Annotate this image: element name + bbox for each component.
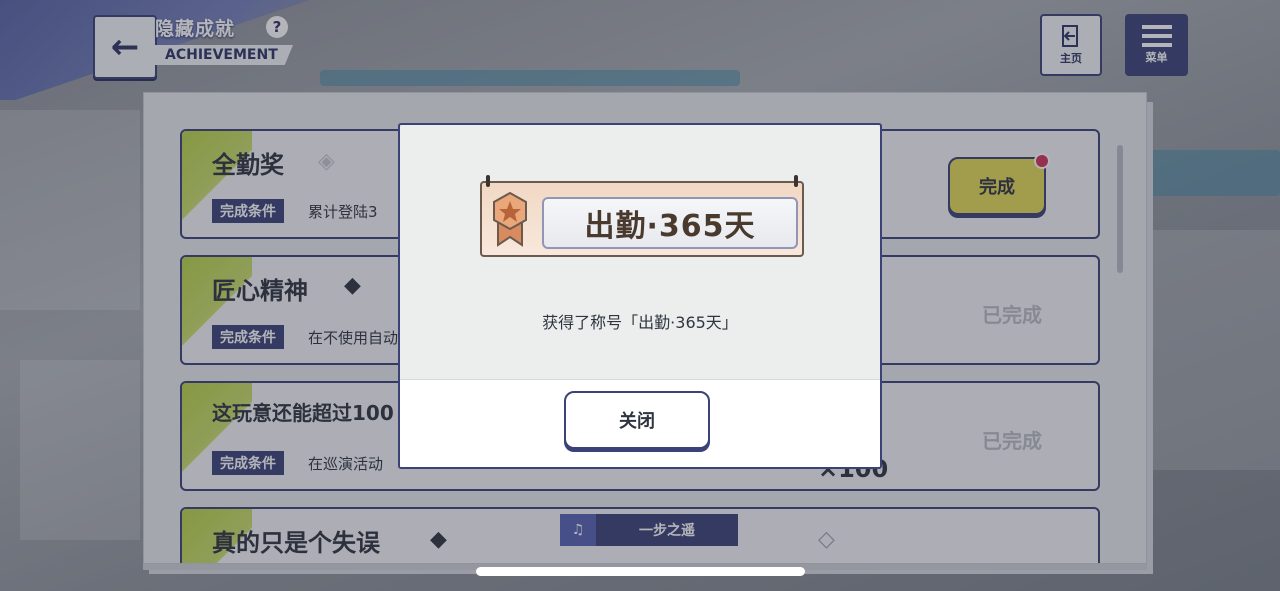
title-badge: 出勤·365天 <box>480 175 804 257</box>
close-button[interactable]: 关闭 <box>564 391 710 449</box>
home-indicator[interactable] <box>476 567 805 576</box>
badge-title-text: 出勤·365天 <box>542 197 798 249</box>
medal-icon <box>493 191 527 247</box>
reward-dialog: 出勤·365天 获得了称号「出勤·365天」 关闭 <box>398 123 882 469</box>
badge-hanger <box>794 175 798 187</box>
dialog-message: 获得了称号「出勤·365天」 <box>542 313 738 332</box>
badge-hanger <box>486 175 490 187</box>
